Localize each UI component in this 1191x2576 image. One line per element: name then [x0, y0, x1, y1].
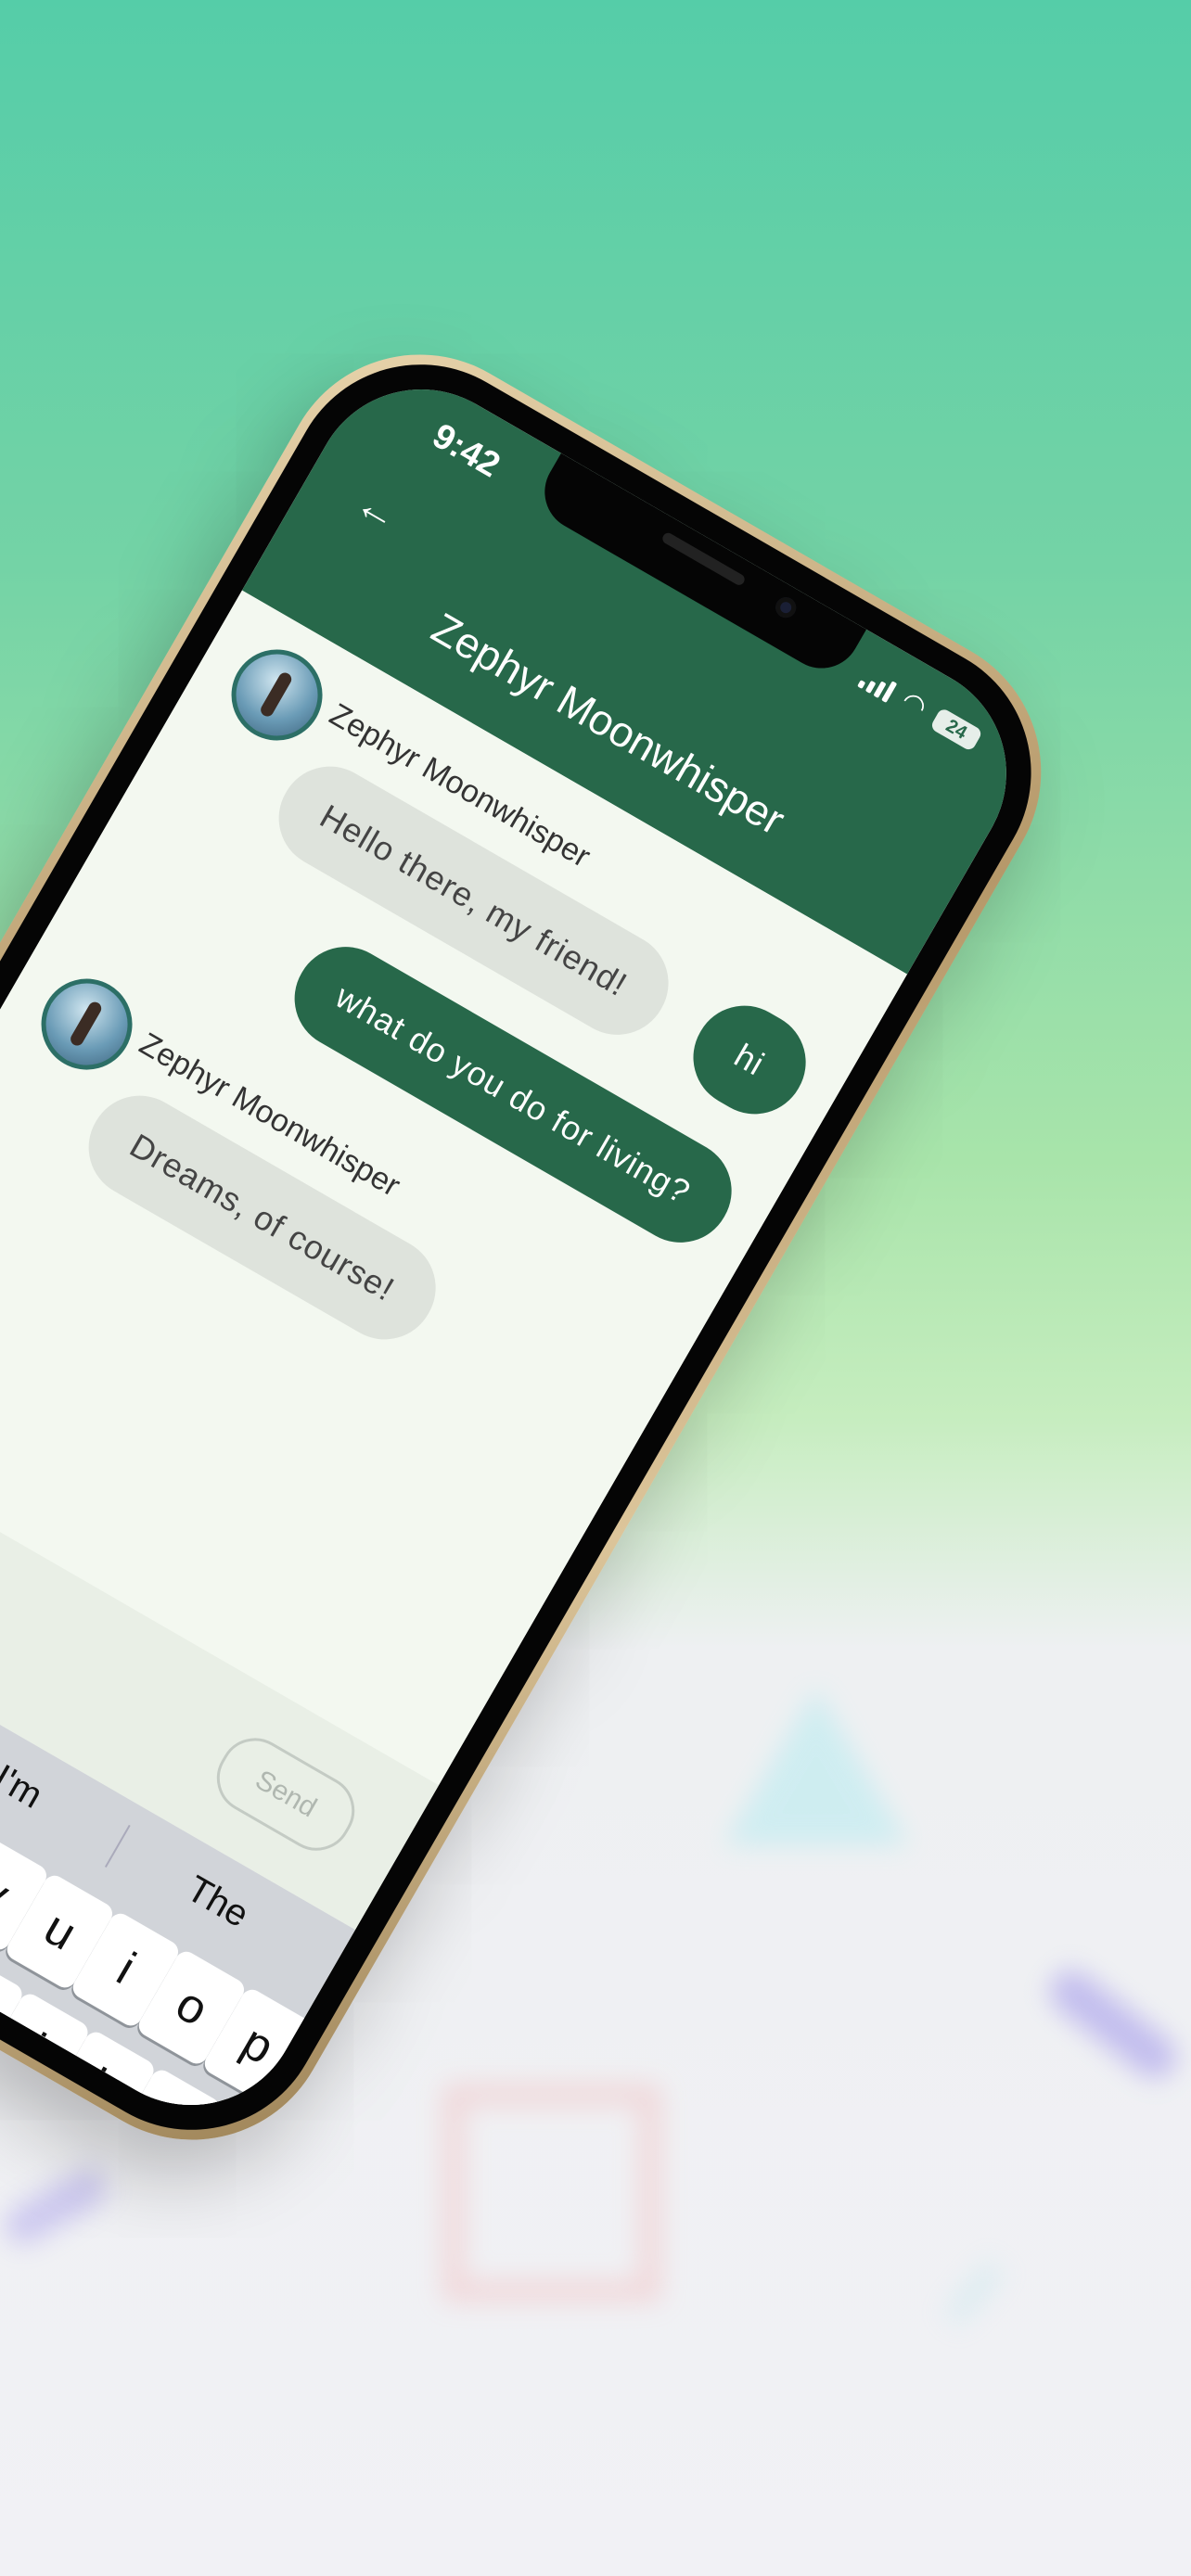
background-cross	[0, 2162, 113, 2251]
send-button[interactable]: Send	[203, 1725, 368, 1864]
avatar[interactable]	[24, 962, 149, 1087]
background-cross	[1041, 1961, 1185, 2087]
wifi-icon: ◠	[895, 684, 932, 724]
message-text: hi	[728, 1036, 772, 1083]
suggestion-item[interactable]: The	[179, 1868, 256, 1936]
background-square	[443, 2085, 660, 2302]
battery-icon: 24	[929, 707, 984, 752]
key-n[interactable]: n	[0, 2089, 34, 2146]
arrow-left-icon[interactable]: ←	[347, 477, 409, 542]
suggestion-item[interactable]: I'm	[0, 1757, 49, 1817]
key-m[interactable]: m	[0, 2127, 100, 2146]
suggestion-divider	[104, 1824, 131, 1868]
avatar[interactable]	[214, 632, 339, 758]
message-bubble-outgoing[interactable]: hi	[674, 987, 825, 1133]
signal-icon	[856, 665, 898, 703]
phone-mockup: 9:42 ◠ 24 ← Zephyr Moonwhisper Zephyr Mo…	[0, 303, 1093, 2191]
status-time: 9:42	[426, 416, 506, 486]
background-stroke	[941, 2257, 1007, 2329]
camera-icon	[772, 593, 800, 622]
background-triangle	[724, 1688, 909, 1845]
